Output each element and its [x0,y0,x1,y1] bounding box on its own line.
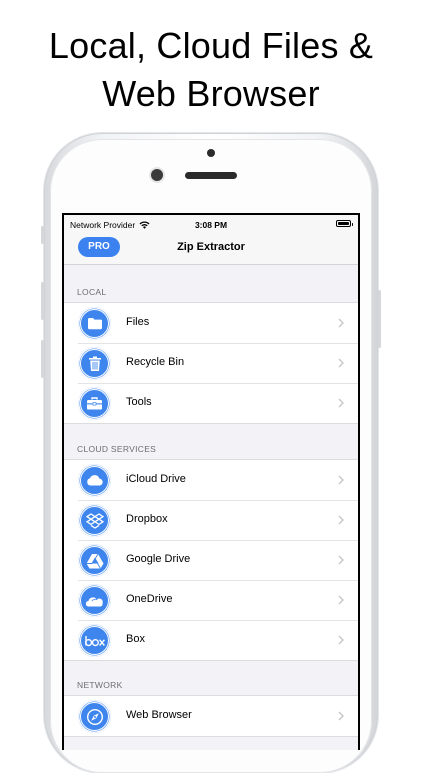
list-item-files[interactable]: Files [64,303,358,343]
page-title: Zip Extractor [177,241,245,253]
list-item-label: iCloud Drive [126,473,186,485]
chevron-right-icon [338,475,344,485]
list-item-label: Web Browser [126,709,192,721]
google-drive-icon [78,544,111,577]
chevron-right-icon [338,555,344,565]
chevron-right-icon [338,398,344,408]
list-item-recycle-bin[interactable]: Recycle Bin [64,343,358,383]
compass-icon [78,700,111,733]
onedrive-icon [78,584,111,617]
folder-icon [78,307,111,340]
list-item-icloud-drive[interactable]: iCloud Drive [64,460,358,500]
navigation-bar: PRO Zip Extractor [64,235,358,265]
local-group: Files Recycle Bin Tools [64,302,358,424]
earpiece-speaker [185,172,237,179]
list-item-label: Box [126,633,145,645]
list-item-label: Google Drive [126,553,191,565]
volume-down-button [41,340,44,378]
app-screen: Network Provider 3:08 PM PRO Zip Extract… [64,215,358,750]
section-header-local: LOCAL [77,287,107,297]
headline: Local, Cloud Files & Web Browser [0,22,422,118]
network-group: Web Browser [64,695,358,737]
mute-switch [41,226,44,244]
chevron-right-icon [338,358,344,368]
dropbox-icon [78,504,111,537]
list-item-label: Tools [126,396,152,408]
list-item-onedrive[interactable]: OneDrive [64,580,358,620]
cloud-icon [78,464,111,497]
list-item-google-drive[interactable]: Google Drive [64,540,358,580]
chevron-right-icon [338,635,344,645]
list-item-web-browser[interactable]: Web Browser [64,696,358,736]
box-icon [78,624,111,657]
headline-line-1: Local, Cloud Files & [48,25,374,66]
list-item-label: OneDrive [126,593,173,605]
status-bar: Network Provider 3:08 PM [64,215,358,235]
list-item-label: Dropbox [126,513,168,525]
phone-screen: Network Provider 3:08 PM PRO Zip Extract… [62,213,360,750]
battery-icon [336,220,353,227]
volume-up-button [41,282,44,320]
toolbox-icon [78,387,111,420]
list-item-tools[interactable]: Tools [64,383,358,423]
list-item-label: Recycle Bin [126,356,185,368]
cloud-services-group: iCloud Drive Dropbox Google Drive OneDri… [64,459,358,661]
headline-line-2: Web Browser [102,73,320,114]
chevron-right-icon [338,711,344,721]
proximity-sensor [207,149,215,157]
list-item-box[interactable]: Box [64,620,358,660]
section-header-network: NETWORK [77,680,123,690]
status-time: 3:08 PM [194,220,228,230]
list-item-label: Files [126,316,150,328]
chevron-right-icon [338,595,344,605]
chevron-right-icon [338,515,344,525]
chevron-right-icon [338,318,344,328]
section-header-cloud-services: CLOUD SERVICES [77,444,157,454]
power-button [378,290,381,348]
trash-icon [78,347,111,380]
list-item-dropbox[interactable]: Dropbox [64,500,358,540]
front-camera [151,169,163,181]
